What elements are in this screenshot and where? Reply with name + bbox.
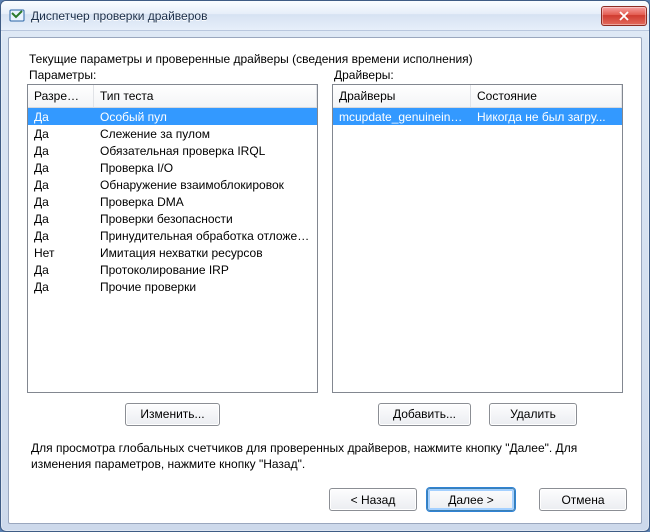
cell-test: Особый пул — [94, 110, 317, 124]
cell-allowed: Да — [28, 110, 94, 124]
client-area: Текущие параметры и проверенные драйверы… — [8, 37, 642, 524]
params-col-test[interactable]: Тип теста — [94, 85, 317, 107]
app-icon — [9, 8, 25, 24]
cell-allowed: Да — [28, 212, 94, 226]
cell-test: Обязательная проверка IRQL — [94, 144, 317, 158]
cell-allowed: Да — [28, 178, 94, 192]
back-button[interactable]: < Назад — [329, 488, 417, 511]
cell-allowed: Да — [28, 127, 94, 141]
params-header: Разреше... Тип теста — [28, 85, 317, 108]
cell-allowed: Да — [28, 161, 94, 175]
drivers-label: Драйверы: — [332, 68, 623, 82]
page-caption: Текущие параметры и проверенные драйверы… — [29, 52, 627, 66]
cell-allowed: Нет — [28, 246, 94, 260]
cancel-button[interactable]: Отмена — [539, 488, 627, 511]
drivers-listview[interactable]: Драйверы Состояние mcupdate_genuineintel… — [332, 84, 623, 393]
cell-test: Проверка I/O — [94, 161, 317, 175]
table-row[interactable]: НетИмитация нехватки ресурсов — [28, 244, 317, 261]
close-icon — [619, 11, 629, 21]
window-frame: Диспетчер проверки драйверов Текущие пар… — [0, 0, 650, 532]
drivers-col-name[interactable]: Драйверы — [333, 85, 471, 107]
table-row[interactable]: ДаСлежение за пулом — [28, 125, 317, 142]
table-row[interactable]: ДаПрочие проверки — [28, 278, 317, 295]
drivers-body[interactable]: mcupdate_genuineintel.dllНикогда не был … — [333, 108, 622, 392]
cell-test: Прочие проверки — [94, 280, 317, 294]
table-row[interactable]: mcupdate_genuineintel.dllНикогда не был … — [333, 108, 622, 125]
params-body[interactable]: ДаОсобый пулДаСлежение за пуломДаОбязате… — [28, 108, 317, 392]
drivers-col-status[interactable]: Состояние — [471, 85, 622, 107]
close-button[interactable] — [601, 6, 647, 26]
params-col-allowed[interactable]: Разреше... — [28, 85, 94, 107]
cell-allowed: Да — [28, 195, 94, 209]
change-button[interactable]: Изменить... — [125, 403, 219, 426]
drivers-header: Драйверы Состояние — [333, 85, 622, 108]
window-title: Диспетчер проверки драйверов — [31, 9, 601, 23]
params-label: Параметры: — [27, 68, 318, 82]
add-button[interactable]: Добавить... — [378, 403, 471, 426]
cell-test: Протоколирование IRP — [94, 263, 317, 277]
cell-test: Принудительная обработка отложен... — [94, 229, 317, 243]
hint-text: Для просмотра глобальных счетчиков для п… — [31, 440, 619, 472]
table-row[interactable]: ДаПринудительная обработка отложен... — [28, 227, 317, 244]
table-row[interactable]: ДаПроверка I/O — [28, 159, 317, 176]
cell-test: Проверка DMA — [94, 195, 317, 209]
table-row[interactable]: ДаПроверки безопасности — [28, 210, 317, 227]
cell-test: Имитация нехватки ресурсов — [94, 246, 317, 260]
cell-test: Проверки безопасности — [94, 212, 317, 226]
cell-allowed: Да — [28, 229, 94, 243]
table-row[interactable]: ДаПротоколирование IRP — [28, 261, 317, 278]
params-listview[interactable]: Разреше... Тип теста ДаОсобый пулДаСлеже… — [27, 84, 318, 393]
cell-test: Обнаружение взаимоблокировок — [94, 178, 317, 192]
cell-status: Никогда не был загру... — [471, 110, 622, 124]
cell-test: Слежение за пулом — [94, 127, 317, 141]
table-row[interactable]: ДаОбязательная проверка IRQL — [28, 142, 317, 159]
cell-driver: mcupdate_genuineintel.dll — [333, 110, 471, 124]
table-row[interactable]: ДаОсобый пул — [28, 108, 317, 125]
cell-allowed: Да — [28, 280, 94, 294]
table-row[interactable]: ДаПроверка DMA — [28, 193, 317, 210]
table-row[interactable]: ДаОбнаружение взаимоблокировок — [28, 176, 317, 193]
delete-button[interactable]: Удалить — [489, 403, 577, 426]
next-button[interactable]: Далее > — [427, 488, 515, 511]
titlebar[interactable]: Диспетчер проверки драйверов — [1, 1, 649, 31]
cell-allowed: Да — [28, 263, 94, 277]
cell-allowed: Да — [28, 144, 94, 158]
wizard-footer: < Назад Далее > Отмена — [23, 472, 627, 511]
